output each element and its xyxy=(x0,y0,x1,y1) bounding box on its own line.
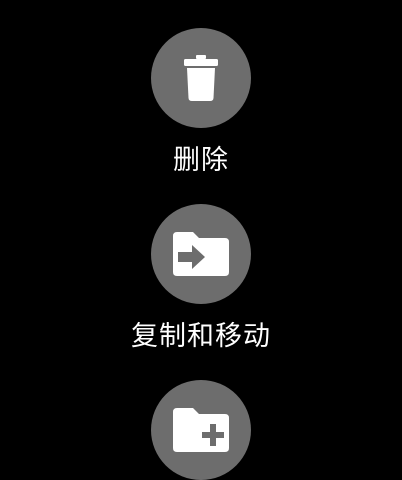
trash-icon xyxy=(184,55,218,101)
delete-button[interactable] xyxy=(151,28,251,128)
copy-move-label: 复制和移动 xyxy=(131,321,271,352)
folder-arrow-icon xyxy=(173,232,229,276)
folder-plus-icon xyxy=(173,408,229,452)
new-folder-button[interactable] xyxy=(151,380,251,480)
new-folder-action[interactable] xyxy=(0,380,402,480)
delete-label: 删除 xyxy=(173,145,229,176)
copy-move-button[interactable] xyxy=(151,204,251,304)
copy-move-action[interactable]: 复制和移动 xyxy=(0,204,402,354)
delete-action[interactable]: 删除 xyxy=(0,28,402,178)
